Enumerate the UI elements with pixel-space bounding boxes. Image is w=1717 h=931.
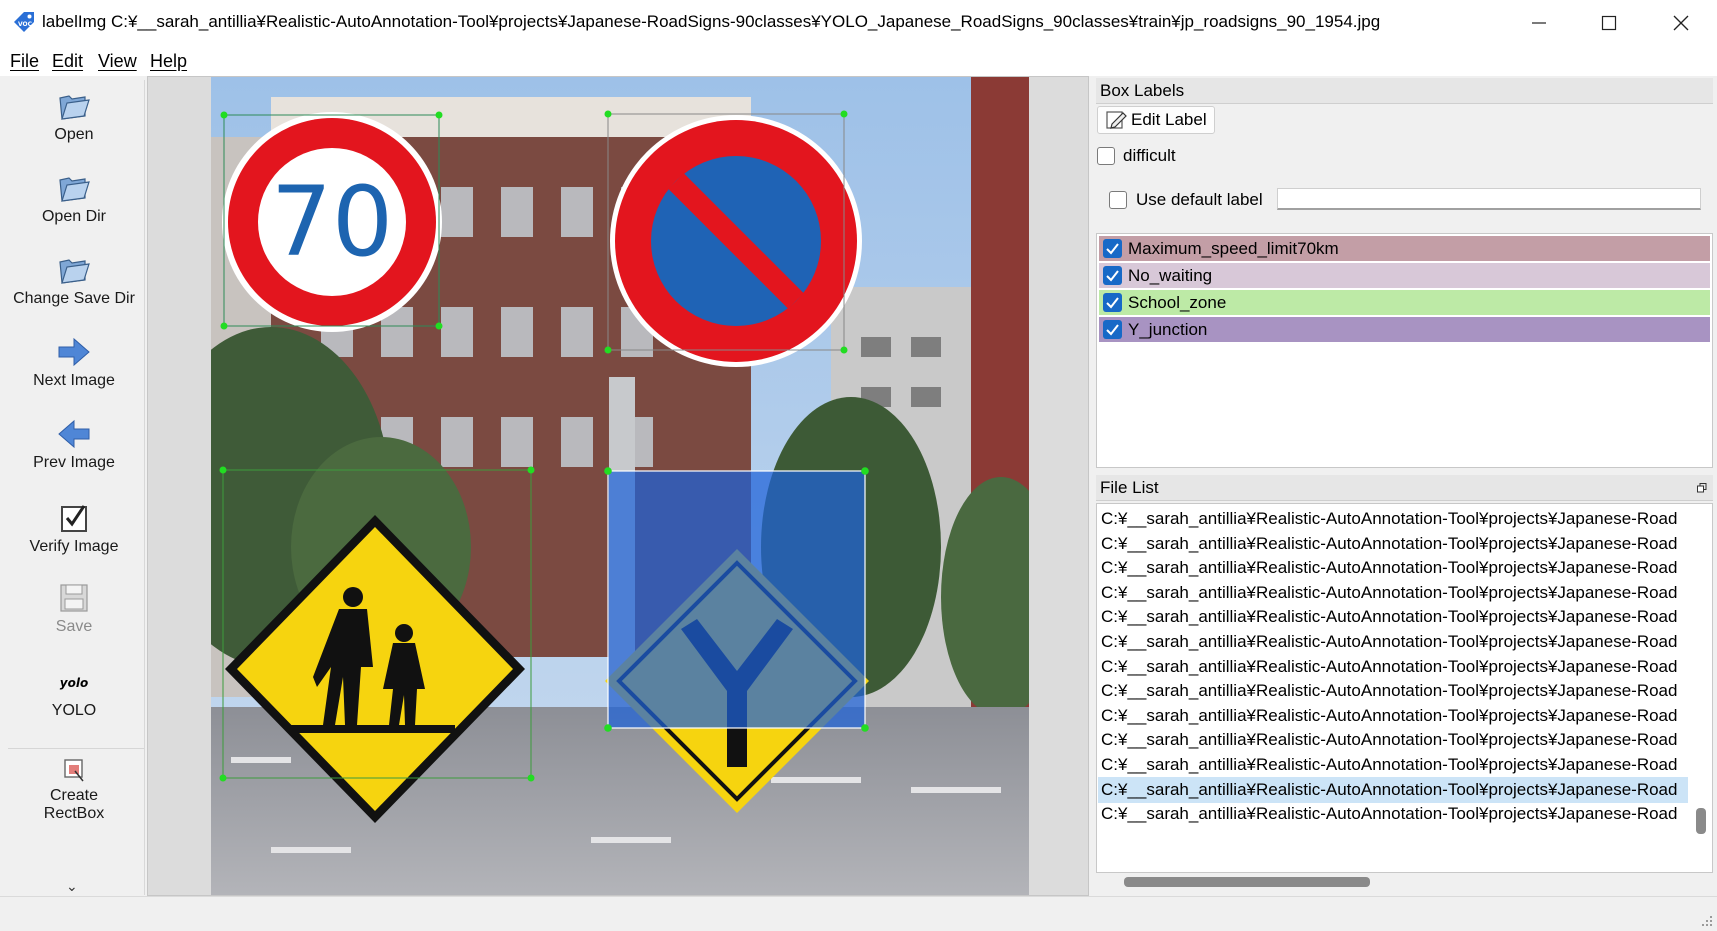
tool-bar: Open Open Dir Change Save Dir Next Image [4,80,145,895]
checkbox-verify-icon [61,505,87,532]
file-list-item[interactable]: C:¥__sarah_antillia¥Realistic-AutoAnnota… [1098,776,1688,803]
difficult-checkbox[interactable] [1097,147,1115,165]
file-list-item[interactable]: C:¥__sarah_antillia¥Realistic-AutoAnnota… [1098,580,1688,606]
label-item-text: School_zone [1128,293,1227,312]
box-labels-title: Box Labels [1096,78,1713,104]
edit-label-button[interactable]: Edit Label [1097,106,1215,134]
label-item-maximum-speed-limit[interactable]: Maximum_speed_limit70km [1099,236,1710,261]
save-label: Save [55,618,93,635]
file-list-vertical-scrollbar[interactable] [1694,505,1710,855]
change-save-dir-button[interactable]: Change Save Dir [4,254,144,308]
floppy-disk-icon [60,584,88,612]
minimize-icon [1532,22,1546,24]
labelimg-window: VOC labelImg C:¥__sarah_antillia¥Realist… [0,0,1717,931]
chevron-down-icon[interactable]: ⌄ [66,878,78,895]
create-rectbox-label: Create RectBox [43,787,105,822]
file-list-item[interactable]: C:¥__sarah_antillia¥Realistic-AutoAnnota… [1098,531,1688,557]
bbox-y-junction-selected[interactable] [604,467,869,732]
use-default-label-label: Use default label [1136,190,1263,209]
save-button[interactable]: Save [4,582,144,636]
verify-image-label: Verify Image [29,538,119,555]
checkbox-checked-icon[interactable] [1103,239,1122,258]
folder-open-icon [59,95,90,120]
checkbox-checked-icon[interactable] [1103,266,1122,285]
open-dir-label: Open Dir [41,208,107,225]
arrow-left-icon [58,419,90,449]
difficult-label: difficult [1123,146,1176,165]
yolo-icon: yolo [59,676,89,690]
menu-bar: File Edit View Help [0,46,1717,76]
label-item-text: No_waiting [1128,266,1213,285]
app-icon: VOC [14,12,34,32]
prev-image-label: Prev Image [33,454,115,471]
file-list-item[interactable]: C:¥__sarah_antillia¥Realistic-AutoAnnota… [1098,752,1688,778]
file-list-item[interactable]: C:¥__sarah_antillia¥Realistic-AutoAnnota… [1098,703,1688,729]
label-item-text: Maximum_speed_limit70km [1128,239,1339,258]
file-list-item[interactable]: C:¥__sarah_antillia¥Realistic-AutoAnnota… [1098,654,1688,680]
folder-open-icon [59,177,90,202]
label-item-text: Y_junction [1128,320,1208,339]
horizontal-scroll-thumb[interactable] [1124,877,1370,887]
minimize-button[interactable] [1504,0,1574,46]
undock-icon[interactable] [1697,483,1707,493]
label-list[interactable]: Maximum_speed_limit70km No_waiting Schoo… [1096,233,1713,468]
arrow-right-icon [58,337,90,367]
create-rectbox-icon [64,759,84,782]
maximize-icon [1601,15,1617,31]
resize-grip-icon[interactable] [1700,914,1714,928]
file-list-item[interactable]: C:¥__sarah_antillia¥Realistic-AutoAnnota… [1098,629,1688,655]
next-image-button[interactable]: Next Image [4,336,144,390]
checkbox-checked-icon[interactable] [1103,320,1122,339]
change-save-dir-label: Change Save Dir [13,290,135,307]
prev-image-button[interactable]: Prev Image [4,418,144,472]
create-rectbox-button[interactable]: Create RectBox [4,757,144,823]
file-list-item[interactable]: C:¥__sarah_antillia¥Realistic-AutoAnnota… [1098,506,1688,532]
file-list-item[interactable]: C:¥__sarah_antillia¥Realistic-AutoAnnota… [1098,555,1688,581]
status-bar [0,896,1717,931]
window-title: labelImg C:¥__sarah_antillia¥Realistic-A… [42,12,1381,31]
menu-file[interactable]: File [10,51,39,72]
canvas-area[interactable]: 70 [147,76,1089,896]
svg-text:VOC: VOC [18,21,33,28]
maximize-button[interactable] [1574,0,1644,46]
close-button[interactable] [1646,0,1716,46]
file-list-item[interactable]: C:¥__sarah_antillia¥Realistic-AutoAnnota… [1098,678,1688,704]
edit-pencil-icon [1106,111,1127,129]
file-list-title: File List [1096,475,1713,501]
file-list-item[interactable]: C:¥__sarah_antillia¥Realistic-AutoAnnota… [1098,727,1688,753]
annotation-overlay [219,110,869,782]
label-item-y-junction[interactable]: Y_junction [1099,317,1710,342]
yolo-button[interactable]: yolo YOLO [4,672,144,720]
open-label: Open [54,126,94,143]
bbox-no-waiting[interactable] [604,110,848,354]
title-bar[interactable]: VOC labelImg C:¥__sarah_antillia¥Realist… [0,0,1717,46]
edit-label-text: Edit Label [1131,110,1207,129]
label-item-no-waiting[interactable]: No_waiting [1099,263,1710,288]
vertical-scroll-thumb[interactable] [1696,808,1706,834]
checkbox-checked-icon[interactable] [1103,293,1122,312]
menu-help[interactable]: Help [150,51,187,72]
folder-open-icon [59,259,90,284]
toolbar-separator [8,748,144,749]
close-icon [1673,15,1689,31]
yolo-label: YOLO [51,702,97,719]
bbox-maximum-speed-limit[interactable] [220,111,443,330]
menu-view[interactable]: View [98,51,137,72]
next-image-label: Next Image [33,372,115,389]
open-button[interactable]: Open [4,90,144,144]
label-item-school-zone[interactable]: School_zone [1099,290,1710,315]
default-label-input[interactable] [1277,188,1701,210]
menu-edit[interactable]: Edit [52,51,83,72]
file-list-title-text: File List [1100,478,1159,497]
verify-image-button[interactable]: Verify Image [4,502,144,556]
file-list-item[interactable]: C:¥__sarah_antillia¥Realistic-AutoAnnota… [1098,604,1688,630]
bbox-school-zone[interactable] [219,466,535,782]
use-default-label-checkbox[interactable] [1109,191,1127,209]
file-list-item[interactable]: C:¥__sarah_antillia¥Realistic-AutoAnnota… [1098,801,1688,827]
file-list[interactable]: C:¥__sarah_antillia¥Realistic-AutoAnnota… [1096,503,1713,873]
open-dir-button[interactable]: Open Dir [4,172,144,226]
